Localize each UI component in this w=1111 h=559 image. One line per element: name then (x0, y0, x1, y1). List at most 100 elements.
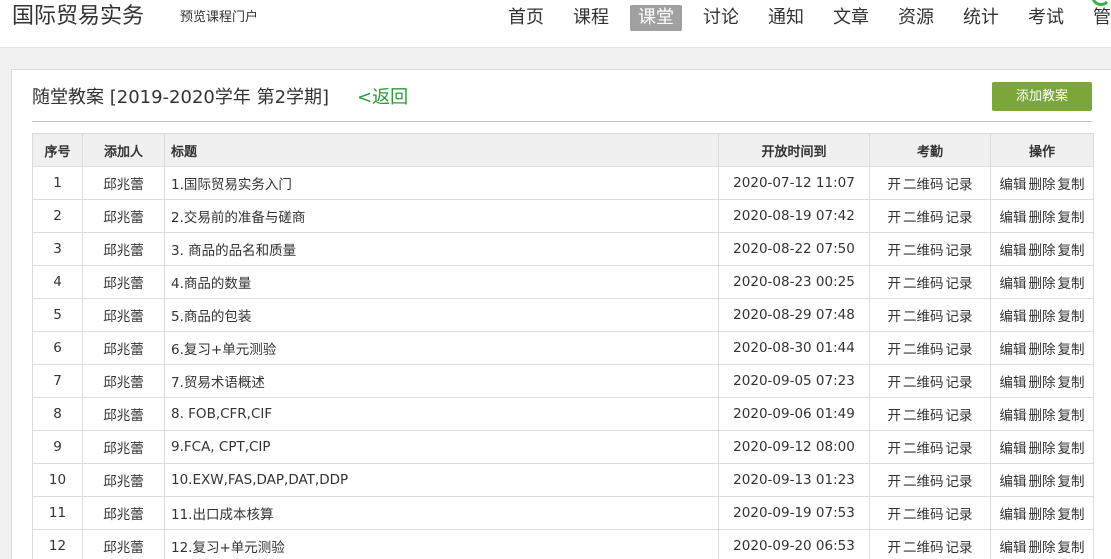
attendance-qrcode-link[interactable]: 二维码 (903, 375, 944, 391)
copy-link[interactable]: 复制 (1058, 375, 1085, 391)
row-title-link[interactable]: 11.出口成本核算 (164, 496, 719, 530)
edit-link[interactable]: 编辑 (1000, 210, 1027, 226)
attendance-open-link[interactable]: 开 (888, 177, 902, 193)
delete-link[interactable]: 删除 (1029, 342, 1056, 358)
attendance-open-link[interactable]: 开 (888, 474, 902, 490)
row-title-link[interactable]: 5.商品的包装 (164, 298, 719, 332)
add-lesson-plan-button[interactable]: 添加教案 (992, 82, 1092, 111)
row-title-link[interactable]: 9.FCA, CPT,CIP (164, 430, 719, 464)
edit-link[interactable]: 编辑 (1000, 309, 1027, 325)
attendance-qrcode-link[interactable]: 二维码 (903, 177, 944, 193)
attendance-open-link[interactable]: 开 (888, 243, 902, 259)
copy-link[interactable]: 复制 (1058, 243, 1085, 259)
attendance-open-link[interactable]: 开 (888, 375, 902, 391)
attendance-record-link[interactable]: 记录 (946, 177, 973, 193)
row-title-link[interactable]: 7.贸易术语概述 (164, 364, 719, 398)
edit-link[interactable]: 编辑 (1000, 540, 1027, 556)
copy-link[interactable]: 复制 (1058, 507, 1085, 523)
nav-notice[interactable]: 通知 (760, 5, 812, 31)
delete-link[interactable]: 删除 (1029, 375, 1056, 391)
attendance-record-link[interactable]: 记录 (946, 375, 973, 391)
copy-link[interactable]: 复制 (1058, 342, 1085, 358)
copy-link[interactable]: 复制 (1058, 441, 1085, 457)
nav-discussion[interactable]: 讨论 (695, 5, 747, 31)
back-link[interactable]: <返回 (357, 86, 408, 110)
copy-link[interactable]: 复制 (1058, 276, 1085, 292)
attendance-qrcode-link[interactable]: 二维码 (903, 474, 944, 490)
copy-link[interactable]: 复制 (1058, 309, 1085, 325)
row-title-link[interactable]: 1.国际贸易实务入门 (164, 166, 719, 200)
attendance-record-link[interactable]: 记录 (946, 474, 973, 490)
delete-link[interactable]: 删除 (1029, 474, 1056, 490)
site-title[interactable]: 国际贸易实务 (12, 2, 144, 32)
attendance-record-link[interactable]: 记录 (946, 540, 973, 556)
attendance-record-link[interactable]: 记录 (946, 441, 973, 457)
edit-link[interactable]: 编辑 (1000, 276, 1027, 292)
copy-link[interactable]: 复制 (1058, 540, 1085, 556)
delete-link[interactable]: 删除 (1029, 408, 1056, 424)
attendance-qrcode-link[interactable]: 二维码 (903, 243, 944, 259)
delete-link[interactable]: 删除 (1029, 540, 1056, 556)
attendance-qrcode-link[interactable]: 二维码 (903, 342, 944, 358)
portal-preview-link[interactable]: 预览课程门户 (180, 8, 258, 28)
nav-classroom[interactable]: 课堂 (630, 5, 682, 31)
attendance-record-link[interactable]: 记录 (946, 507, 973, 523)
attendance-qrcode-link[interactable]: 二维码 (903, 276, 944, 292)
attendance-open-link[interactable]: 开 (888, 210, 902, 226)
delete-link[interactable]: 删除 (1029, 276, 1056, 292)
edit-link[interactable]: 编辑 (1000, 243, 1027, 259)
copy-link[interactable]: 复制 (1058, 474, 1085, 490)
edit-link[interactable]: 编辑 (1000, 375, 1027, 391)
row-title-link[interactable]: 2.交易前的准备与磋商 (164, 199, 719, 233)
row-title-link[interactable]: 10.EXW,FAS,DAP,DAT,DDP (164, 463, 719, 497)
attendance-open-link[interactable]: 开 (888, 540, 902, 556)
copy-link[interactable]: 复制 (1058, 177, 1085, 193)
attendance-open-link[interactable]: 开 (888, 342, 902, 358)
row-title-link[interactable]: 4.商品的数量 (164, 265, 719, 299)
nav-home[interactable]: 首页 (500, 5, 552, 31)
attendance-qrcode-link[interactable]: 二维码 (903, 540, 944, 556)
edit-link[interactable]: 编辑 (1000, 441, 1027, 457)
attendance-record-link[interactable]: 记录 (946, 408, 973, 424)
delete-link[interactable]: 删除 (1029, 243, 1056, 259)
delete-link[interactable]: 删除 (1029, 210, 1056, 226)
attendance-qrcode-link[interactable]: 二维码 (903, 408, 944, 424)
edit-link[interactable]: 编辑 (1000, 408, 1027, 424)
attendance-qrcode-link[interactable]: 二维码 (903, 309, 944, 325)
copy-link[interactable]: 复制 (1058, 210, 1085, 226)
row-title-link[interactable]: 6.复习+单元测验 (164, 331, 719, 365)
row-title-link[interactable]: 3. 商品的品名和质量 (164, 232, 719, 266)
attendance-open-link[interactable]: 开 (888, 507, 902, 523)
nav-article[interactable]: 文章 (825, 5, 877, 31)
attendance-open-link[interactable]: 开 (888, 441, 902, 457)
attendance-qrcode-link[interactable]: 二维码 (903, 507, 944, 523)
edit-link[interactable]: 编辑 (1000, 342, 1027, 358)
attendance-record-link[interactable]: 记录 (946, 309, 973, 325)
delete-link[interactable]: 删除 (1029, 309, 1056, 325)
nav-resource[interactable]: 资源 (890, 5, 942, 31)
delete-link[interactable]: 删除 (1029, 441, 1056, 457)
nav-course[interactable]: 课程 (565, 5, 617, 31)
nav-exam[interactable]: 考试 (1020, 5, 1072, 31)
delete-link[interactable]: 删除 (1029, 177, 1056, 193)
edit-link[interactable]: 编辑 (1000, 474, 1027, 490)
row-title-link[interactable]: 8. FOB,CFR,CIF (164, 397, 719, 431)
attendance-record-link[interactable]: 记录 (946, 243, 973, 259)
attendance-record-link[interactable]: 记录 (946, 276, 973, 292)
nav-manage[interactable]: 管理 (1085, 5, 1111, 31)
row-index: 12 (32, 529, 83, 559)
attendance-record-link[interactable]: 记录 (946, 210, 973, 226)
delete-link[interactable]: 删除 (1029, 507, 1056, 523)
attendance-qrcode-link[interactable]: 二维码 (903, 210, 944, 226)
edit-link[interactable]: 编辑 (1000, 507, 1027, 523)
attendance-record-link[interactable]: 记录 (946, 342, 973, 358)
row-title-link[interactable]: 12.复习+单元测验 (164, 529, 719, 559)
nav-statistics[interactable]: 统计 (955, 5, 1007, 31)
attendance-open-link[interactable]: 开 (888, 309, 902, 325)
attendance-open-link[interactable]: 开 (888, 276, 902, 292)
attendance-qrcode-link[interactable]: 二维码 (903, 441, 944, 457)
attendance-open-link[interactable]: 开 (888, 408, 902, 424)
row-attendance: 开二维码 记录 (869, 331, 991, 365)
edit-link[interactable]: 编辑 (1000, 177, 1027, 193)
copy-link[interactable]: 复制 (1058, 408, 1085, 424)
